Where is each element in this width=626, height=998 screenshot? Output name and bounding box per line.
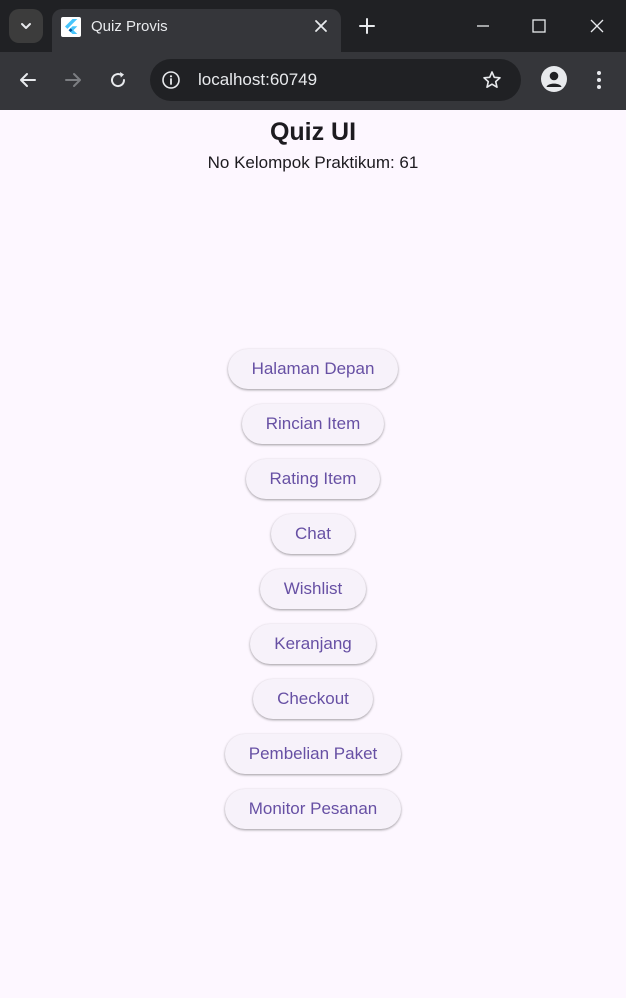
pembelian-paket-button[interactable]: Pembelian Paket xyxy=(224,734,402,774)
rincian-item-button[interactable]: Rincian Item xyxy=(241,404,385,444)
plus-icon[interactable] xyxy=(356,15,378,37)
keranjang-button[interactable]: Keranjang xyxy=(250,624,376,664)
arrow-left-icon[interactable] xyxy=(16,68,40,92)
monitor-pesanan-button[interactable]: Monitor Pesanan xyxy=(224,789,402,829)
arrow-right-icon[interactable] xyxy=(61,68,85,92)
browser-toolbar: localhost:60749 xyxy=(0,52,626,110)
page-subtitle: No Kelompok Praktikum: 61 xyxy=(207,153,419,172)
reload-icon[interactable] xyxy=(106,68,130,92)
flutter-logo-icon xyxy=(61,17,81,37)
halaman-depan-button[interactable]: Halaman Depan xyxy=(227,349,399,389)
url-text[interactable]: localhost:60749 xyxy=(198,70,317,90)
window-close-icon[interactable] xyxy=(589,18,605,34)
close-icon[interactable] xyxy=(313,18,329,34)
tab-strip: Quiz Provis xyxy=(0,0,626,52)
maximize-icon[interactable] xyxy=(531,18,547,34)
chat-button[interactable]: Chat xyxy=(271,514,355,554)
wishlist-button[interactable]: Wishlist xyxy=(259,569,367,609)
minimize-icon[interactable] xyxy=(475,18,491,34)
checkout-button[interactable]: Checkout xyxy=(253,679,373,719)
browser-chrome: Quiz Provis localhost:60749 xyxy=(0,0,626,110)
profile-icon[interactable] xyxy=(541,66,567,92)
info-icon[interactable] xyxy=(161,70,181,90)
menu-button-list: Halaman Depan Rincian Item Rating Item C… xyxy=(0,349,626,829)
person-icon xyxy=(546,71,562,87)
tab-search-button[interactable] xyxy=(9,9,43,43)
app-page: Quiz UI No Kelompok Praktikum: 61 Halama… xyxy=(0,110,626,998)
page-title: Quiz UI xyxy=(269,118,357,146)
rating-item-button[interactable]: Rating Item xyxy=(245,459,381,499)
chevron-down-icon xyxy=(21,23,31,29)
kebab-menu-icon[interactable] xyxy=(589,67,609,93)
address-bar[interactable]: localhost:60749 xyxy=(150,59,521,101)
tab-title: Quiz Provis xyxy=(91,18,168,35)
star-icon[interactable] xyxy=(482,70,502,90)
browser-tab[interactable]: Quiz Provis xyxy=(52,9,341,52)
